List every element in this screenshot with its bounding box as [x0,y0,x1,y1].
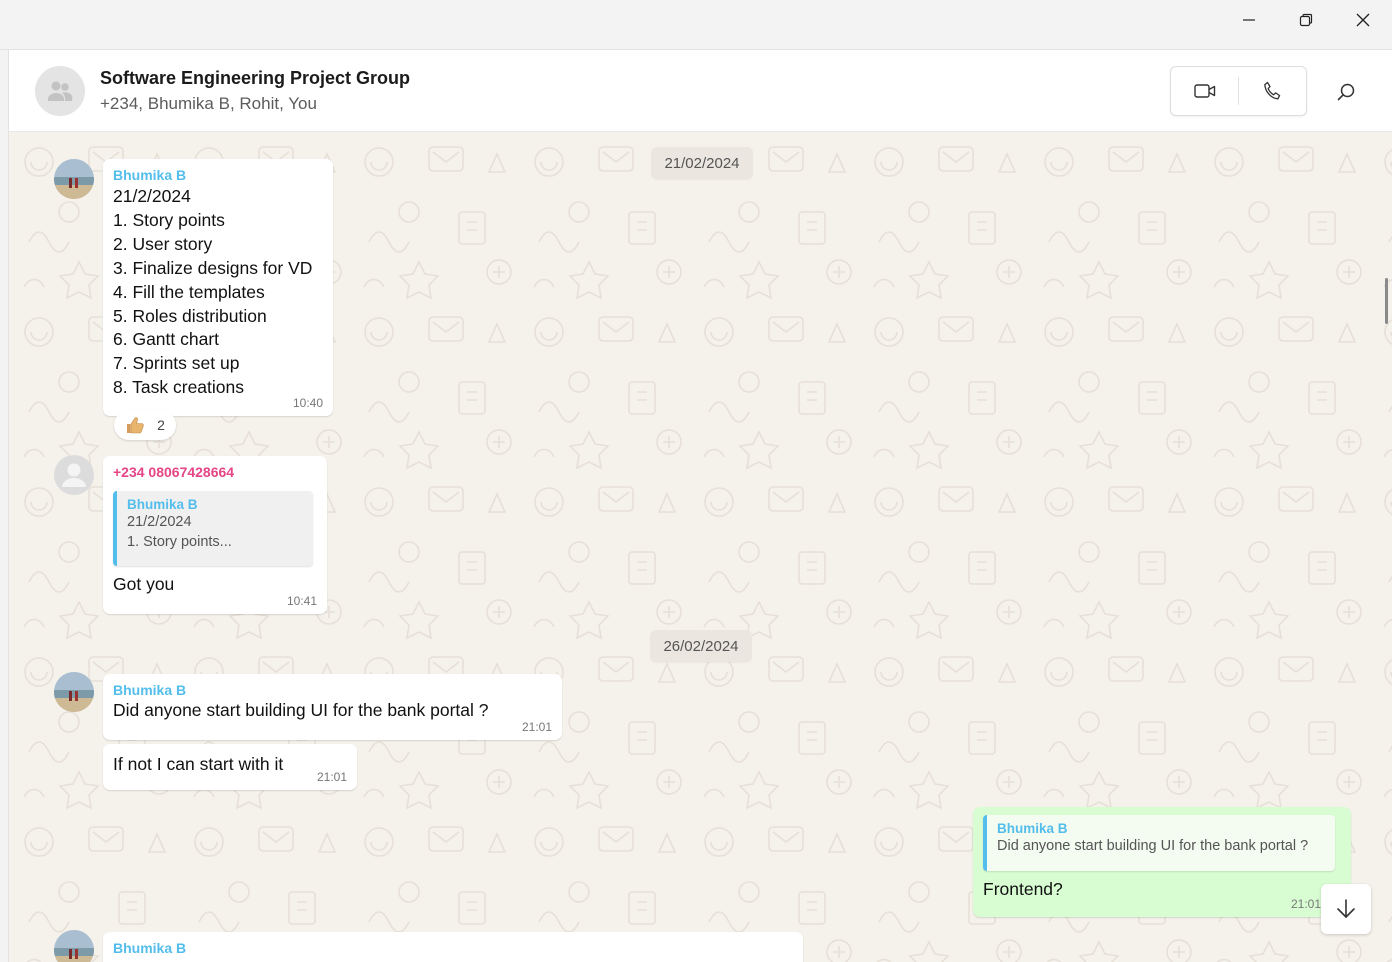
message-time: 21:01 [316,770,347,784]
message-time: 10:40 [292,396,323,410]
message-bubble[interactable]: Bhumika B 21/2/2024 1. Story points 2. U… [103,159,333,416]
beach-photo [54,159,94,199]
close-button[interactable] [1335,0,1391,40]
restore-button[interactable] [1278,0,1334,40]
message-bubble[interactable]: +234 08067428664 Bhumika B 21/2/2024 1. … [103,456,327,614]
message-bubble[interactable]: If not I can start with it 21:01 [103,744,357,790]
message-bubble[interactable]: Bhumika B Did anyone start building UI f… [103,674,562,740]
message-text: 21/2/2024 1. Story points 2. User story … [113,185,323,400]
voice-call-button[interactable] [1239,67,1306,115]
title-bar [0,0,1392,50]
sender-name[interactable]: Bhumika B [113,940,793,956]
thumbs-up-icon [127,417,144,434]
message-line: 3. Finalize designs for VD [113,257,313,278]
quote-sender: Bhumika B [127,497,198,512]
scrollbar[interactable] [1385,278,1388,324]
group-avatar[interactable] [35,66,85,116]
search-icon [1337,83,1355,101]
message-text: Did anyone start building UI for the ban… [113,700,489,720]
message-bubble[interactable]: Bhumika B [103,932,803,962]
scroll-to-bottom-button[interactable] [1321,884,1371,934]
chat-participants[interactable]: +234, Bhumika B, Rohit, You [100,94,317,114]
message-time: 10:41 [286,594,317,608]
avatar[interactable] [54,455,94,495]
reaction-count: 2 [157,417,165,433]
avatar[interactable] [54,159,94,199]
message-line: 2. User story [113,233,213,254]
minimize-button[interactable] [1221,0,1277,40]
chat-header: Software Engineering Project Group +234,… [9,50,1392,132]
default-avatar-icon [62,463,86,487]
video-call-button[interactable] [1171,67,1238,115]
group-icon [48,81,73,101]
beach-photo [54,672,94,712]
avatar[interactable] [54,672,94,712]
quote-text: Did anyone start building UI for the ban… [997,838,1309,854]
call-buttons [1170,66,1307,116]
sender-name[interactable]: +234 08067428664 [113,464,317,480]
message-line: 7. Sprints set up [113,353,240,374]
message-text: Got you [113,574,175,594]
outgoing-message-bubble[interactable]: Bhumika B Did anyone start building UI f… [973,807,1351,917]
quote-text: 21/2/2024 [127,514,192,530]
quote-text: 1. Story points... [127,534,232,550]
date-chip: 21/02/2024 [651,147,753,179]
sender-name[interactable]: Bhumika B [113,167,323,183]
message-text: If not I can start with it [113,754,284,774]
date-chip: 26/02/2024 [650,630,752,662]
message-line: 6. Gantt chart [113,329,220,350]
avatar[interactable] [54,930,94,962]
reaction-badge[interactable]: 2 [114,410,176,440]
message-line: 8. Task creations [113,377,244,398]
chat-title[interactable]: Software Engineering Project Group [100,68,410,89]
message-line: 1. Story points [113,209,225,230]
message-list[interactable]: 21/02/2024 Bhumika B 21/2/2024 1. Story … [9,132,1392,962]
message-line: 5. Roles distribution [113,305,267,326]
restore-icon [1299,13,1313,27]
voice-call-icon [1264,81,1281,100]
message-time: 21:01 [1290,897,1321,911]
message-time: 21:01 [521,720,552,734]
minimize-icon [1243,19,1255,21]
search-button[interactable] [1328,74,1364,110]
video-call-icon [1193,84,1215,98]
quote-sender: Bhumika B [997,821,1068,836]
message-line: 21/2/2024 [113,186,191,206]
chat-window: Software Engineering Project Group +234,… [8,50,1392,962]
sender-name[interactable]: Bhumika B [113,682,552,698]
message-text: Frontend? [983,879,1063,899]
quoted-message[interactable]: Bhumika B Did anyone start building UI f… [983,815,1335,871]
arrow-down-icon [1337,899,1355,918]
close-icon [1356,13,1370,27]
quoted-message[interactable]: Bhumika B 21/2/2024 1. Story points... [113,491,313,566]
beach-photo [54,930,94,962]
message-line: 4. Fill the templates [113,281,265,302]
